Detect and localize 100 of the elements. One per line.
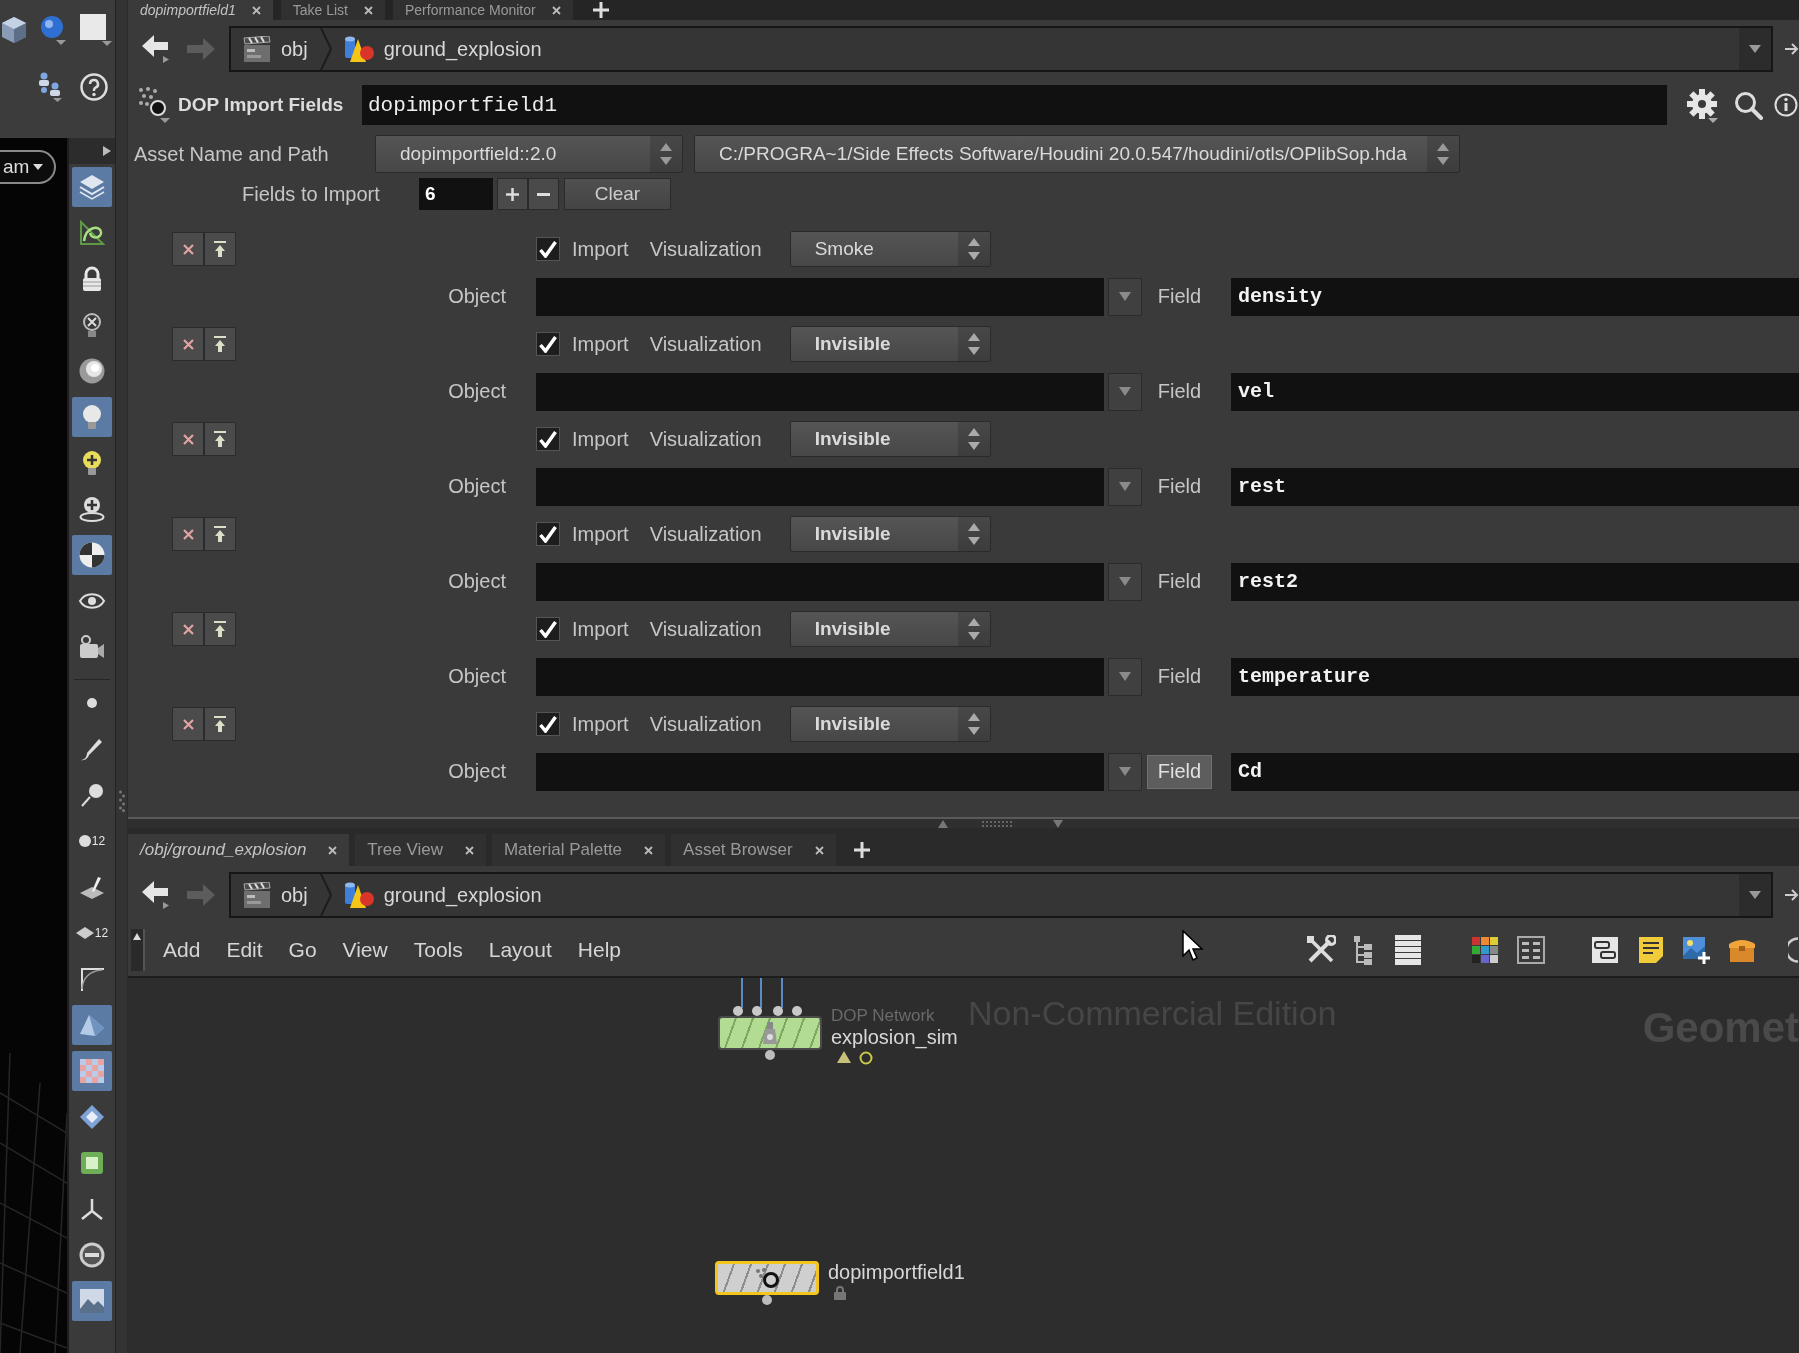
object-field[interactable] [536, 752, 1104, 791]
info-icon[interactable] [1774, 93, 1798, 117]
pane-tab[interactable]: /obj/ground_explosion [128, 834, 350, 866]
field-name-field[interactable]: vel [1231, 372, 1799, 411]
import-checkbox[interactable] [536, 427, 560, 451]
visualization-dropdown[interactable]: Invisible [789, 516, 991, 552]
visualization-dropdown[interactable]: Invisible [789, 421, 991, 457]
search-icon[interactable] [1734, 90, 1763, 120]
object-field[interactable] [536, 277, 1104, 316]
object-field[interactable] [536, 657, 1104, 696]
grid-icon[interactable] [1517, 936, 1545, 964]
close-icon[interactable] [251, 5, 261, 15]
box-icon[interactable] [1728, 938, 1756, 962]
remove-button[interactable] [172, 517, 204, 551]
object-field[interactable] [536, 562, 1104, 601]
import-checkbox[interactable] [536, 332, 560, 356]
object-dropdown-button[interactable] [1108, 467, 1142, 506]
display-option-button[interactable]: 12 [72, 821, 112, 861]
path-crumb[interactable]: obj [231, 28, 320, 70]
pane-tab[interactable]: Take List [280, 0, 385, 20]
pane-tab[interactable]: Material Palette [491, 834, 666, 866]
import-checkbox[interactable] [536, 237, 560, 261]
menu-item[interactable]: Help [577, 938, 621, 962]
help-icon[interactable] [80, 73, 108, 101]
display-option-button[interactable]: 12 [72, 913, 112, 953]
remove-button[interactable] [172, 422, 204, 456]
arrow-right-icon[interactable] [1785, 42, 1799, 56]
remove-field-button[interactable] [528, 178, 559, 210]
close-icon[interactable] [364, 5, 373, 15]
close-icon[interactable] [328, 845, 338, 855]
asset-name-dropdown[interactable]: dopimportfield::2.0 [375, 135, 683, 173]
object-dropdown-button[interactable] [1108, 752, 1142, 791]
display-option-button[interactable] [72, 535, 112, 575]
path-crumb[interactable]: obj [231, 874, 320, 916]
import-checkbox[interactable] [536, 522, 560, 546]
sphere-icon[interactable] [40, 15, 66, 45]
pane-tab[interactable]: Performance Monitor [393, 0, 573, 20]
triangle-right-icon[interactable] [103, 146, 111, 156]
sticky-note-icon[interactable] [1637, 936, 1665, 964]
plus-icon[interactable] [853, 842, 870, 858]
arrow-right-icon[interactable] [1785, 888, 1799, 902]
object-dropdown-button[interactable] [1108, 657, 1142, 696]
network-box-icon[interactable] [1591, 936, 1619, 964]
settings-icon[interactable] [1686, 87, 1718, 123]
insert-button[interactable] [204, 422, 236, 456]
field-name-field[interactable]: Cd [1231, 752, 1799, 791]
camera-menu-button[interactable]: am [0, 150, 56, 184]
field-name-field[interactable]: density [1231, 277, 1799, 316]
path-crumb[interactable]: ground_explosion [331, 28, 554, 70]
close-icon[interactable] [814, 845, 824, 855]
grip-icon[interactable] [118, 790, 125, 812]
close-icon[interactable] [644, 845, 654, 855]
remove-button[interactable] [172, 612, 204, 646]
add-field-button[interactable] [497, 178, 528, 210]
object-dropdown-button[interactable] [1108, 562, 1142, 601]
cube-icon[interactable] [2, 17, 26, 43]
close-icon[interactable] [551, 5, 561, 15]
object-field[interactable] [536, 372, 1104, 411]
visualization-dropdown[interactable]: Invisible [789, 706, 991, 742]
menu-item[interactable]: Add [163, 938, 201, 962]
insert-button[interactable] [204, 707, 236, 741]
field-name-field[interactable]: temperature [1231, 657, 1799, 696]
menu-item[interactable]: Go [288, 938, 317, 962]
node-name-field[interactable]: dopimportfield1 [362, 85, 1667, 125]
remove-button[interactable] [172, 327, 204, 361]
menu-item[interactable]: Layout [488, 938, 552, 962]
path-dropdown-button[interactable] [1739, 28, 1771, 70]
menu-item[interactable]: Edit [226, 938, 263, 962]
menu-item[interactable]: View [342, 938, 388, 962]
remove-button[interactable] [172, 707, 204, 741]
collapse-button[interactable] [131, 929, 145, 971]
field-name-field[interactable]: rest2 [1231, 562, 1799, 601]
network-node[interactable] [718, 1016, 822, 1050]
clear-button[interactable]: Clear [564, 178, 671, 210]
menu-item[interactable]: Tools [413, 938, 463, 962]
asset-path-dropdown[interactable]: C:/PROGRA~1/Side Effects Software/Houdini 20.0.547/houdini/otls/OPlibSop.hda [694, 135, 1460, 173]
pane-tab[interactable]: dopimportfield1 [128, 0, 273, 20]
tools-icon[interactable] [1306, 935, 1336, 965]
color-grid-icon[interactable] [1471, 936, 1499, 964]
pane-tab[interactable]: Tree View [355, 834, 486, 866]
hierarchy-icon[interactable] [36, 72, 62, 102]
close-icon[interactable] [464, 845, 474, 855]
remove-button[interactable] [172, 232, 204, 266]
visualization-dropdown[interactable]: Invisible [789, 611, 991, 647]
object-dropdown-button[interactable] [1108, 277, 1142, 316]
visualization-dropdown[interactable]: Invisible [789, 326, 991, 362]
back-button[interactable] [141, 880, 171, 910]
path-dropdown-button[interactable] [1739, 874, 1771, 916]
back-button[interactable] [141, 34, 171, 64]
insert-button[interactable] [204, 232, 236, 266]
plus-icon[interactable] [592, 2, 609, 18]
insert-button[interactable] [204, 612, 236, 646]
insert-button[interactable] [204, 517, 236, 551]
object-dropdown-button[interactable] [1108, 372, 1142, 411]
import-checkbox[interactable] [536, 712, 560, 736]
splitter-handle-icon[interactable] [938, 819, 1063, 828]
insert-button[interactable] [204, 327, 236, 361]
fields-count-field[interactable]: 6 [419, 178, 493, 210]
pane-tab[interactable]: Asset Browser [671, 834, 836, 866]
visualization-dropdown[interactable]: Smoke [789, 231, 991, 267]
